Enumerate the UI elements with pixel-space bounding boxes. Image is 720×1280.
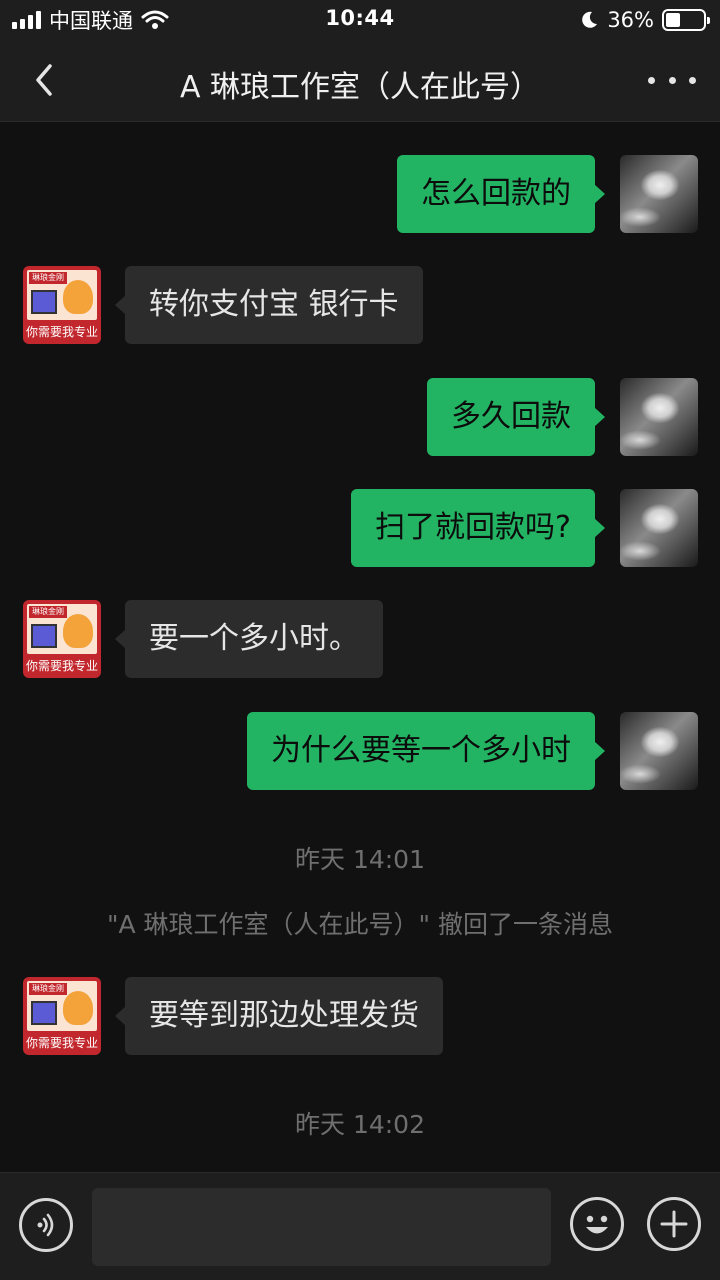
contact-avatar[interactable]: 琳琅金刚 你需要我专业 xyxy=(23,977,101,1055)
message-row: 琳琅金刚 你需要我专业 转你支付宝 银行卡 xyxy=(0,266,720,346)
my-avatar[interactable] xyxy=(620,489,698,567)
emoji-button[interactable] xyxy=(570,1197,624,1251)
my-avatar[interactable] xyxy=(620,712,698,790)
incoming-bubble[interactable]: 要等到那边处理发货 xyxy=(115,977,443,1055)
recall-notice: "A 琳琅工作室（人在此号）" 撤回了一条消息 xyxy=(107,910,613,939)
chat-screen: 中国联通 10:44 36% A 琳琅工作室（人在此号） 怎么回款的 琳琅金刚 … xyxy=(0,0,720,1280)
emoji-icon xyxy=(586,1215,608,1234)
message-input[interactable] xyxy=(92,1188,551,1266)
message-row: 多久回款 xyxy=(0,378,720,458)
timestamp: 昨天 14:01 xyxy=(295,845,425,874)
avatar-tag: 琳琅金刚 xyxy=(29,606,67,618)
more-actions-button[interactable] xyxy=(647,1197,701,1251)
battery-percent: 36% xyxy=(607,8,654,32)
message-row: 琳琅金刚 你需要我专业 要等到那边处理发货 xyxy=(0,977,720,1057)
ant-mascot-icon xyxy=(63,280,93,314)
outgoing-bubble[interactable]: 扫了就回款吗? xyxy=(351,489,605,567)
ant-mascot-icon xyxy=(63,991,93,1025)
voice-button[interactable] xyxy=(19,1198,73,1252)
contact-avatar[interactable]: 琳琅金刚 你需要我专业 xyxy=(23,600,101,678)
battery-icon xyxy=(662,9,710,31)
more-button[interactable] xyxy=(648,62,696,98)
ant-mascot-icon xyxy=(63,614,93,648)
outgoing-bubble[interactable]: 为什么要等一个多小时 xyxy=(247,712,605,790)
message-row: 怎么回款的 xyxy=(0,155,720,235)
avatar-slogan: 你需要我专业 xyxy=(25,325,98,339)
avatar-tag: 琳琅金刚 xyxy=(29,272,67,284)
my-avatar[interactable] xyxy=(620,155,698,233)
voice-icon xyxy=(37,1213,54,1237)
timestamp: 昨天 14:02 xyxy=(295,1110,425,1139)
back-button[interactable] xyxy=(22,58,66,102)
moon-icon xyxy=(582,11,598,28)
more-dots-icon xyxy=(648,76,655,84)
chevron-left-icon xyxy=(36,64,52,96)
avatar-slogan: 你需要我专业 xyxy=(25,659,98,673)
status-bar: 中国联通 10:44 36% xyxy=(0,0,720,40)
outgoing-bubble[interactable]: 多久回款 xyxy=(427,378,605,456)
incoming-bubble[interactable]: 要一个多小时。 xyxy=(115,600,383,678)
plus-icon xyxy=(660,1210,688,1238)
message-row: 扫了就回款吗? xyxy=(0,489,720,569)
incoming-bubble[interactable]: 转你支付宝 银行卡 xyxy=(115,266,423,344)
outgoing-bubble[interactable]: 怎么回款的 xyxy=(397,155,605,233)
input-bar xyxy=(0,1172,720,1280)
avatar-slogan: 你需要我专业 xyxy=(25,1036,98,1050)
chat-header: A 琳琅工作室（人在此号） xyxy=(0,40,720,122)
avatar-tag: 琳琅金刚 xyxy=(29,983,67,995)
message-row: 琳琅金刚 你需要我专业 要一个多小时。 xyxy=(0,600,720,680)
contact-avatar[interactable]: 琳琅金刚 你需要我专业 xyxy=(23,266,101,344)
chat-title: A 琳琅工作室（人在此号） xyxy=(179,70,541,105)
my-avatar[interactable] xyxy=(620,378,698,456)
message-row: 为什么要等一个多小时 xyxy=(0,712,720,792)
